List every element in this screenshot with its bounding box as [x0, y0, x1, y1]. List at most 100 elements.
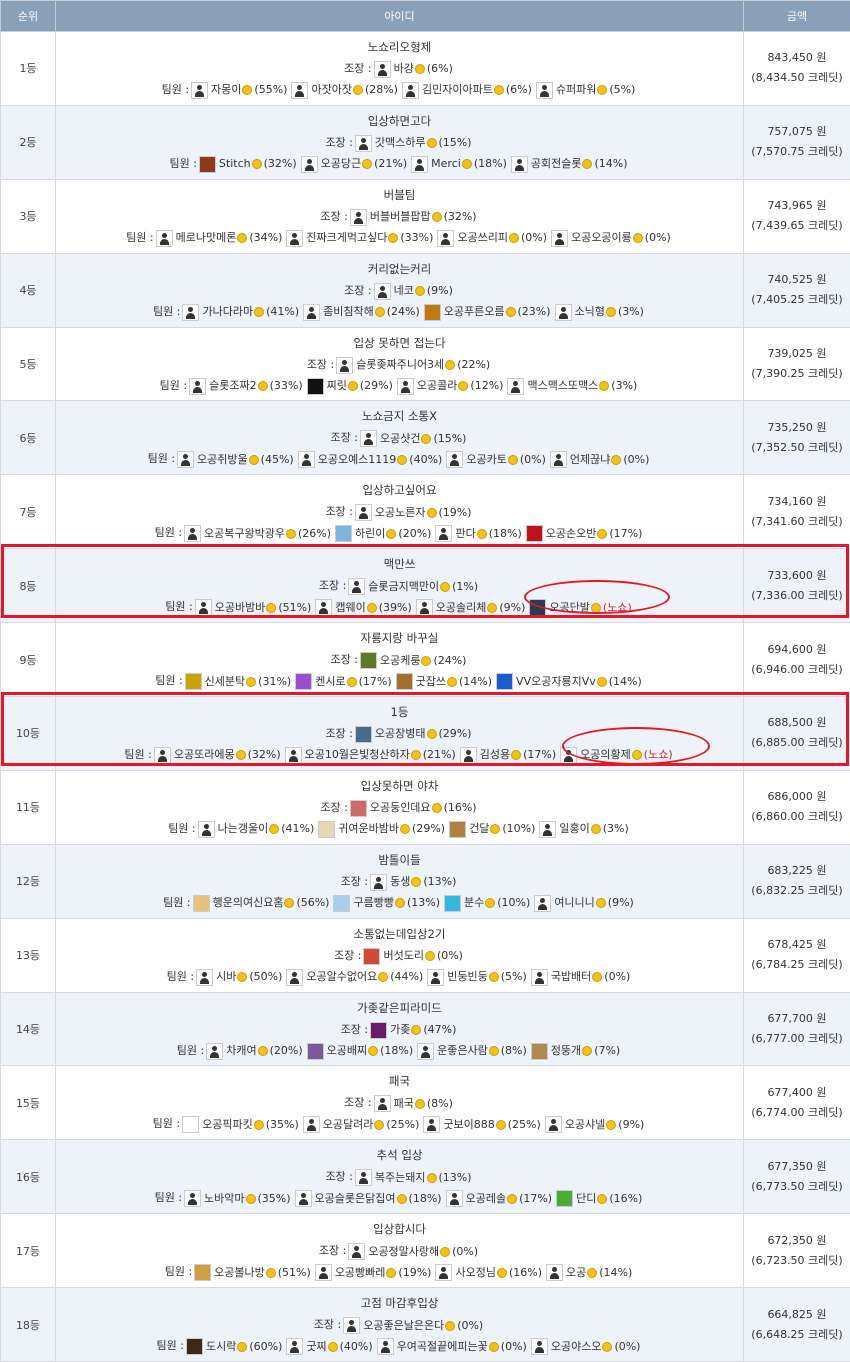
team-member[interactable]: 메로나맛메론(34%)	[156, 227, 283, 248]
member-name[interactable]: 오공콜라	[417, 379, 457, 392]
team-member[interactable]: 오공달려라(25%)	[303, 1114, 420, 1135]
member-name[interactable]: 오공픽파킷	[202, 1118, 253, 1131]
member-name[interactable]: 오공당근	[321, 157, 361, 170]
member-name[interactable]: 노바악마	[204, 1192, 244, 1205]
member-name[interactable]: 운좋은사람	[437, 1044, 488, 1057]
member-name[interactable]: Merci	[431, 157, 461, 170]
member-name[interactable]: 나는갱울이	[218, 822, 269, 835]
member-name[interactable]: 건달	[469, 822, 489, 835]
team-member[interactable]: 오공의황제(노쇼)	[560, 744, 672, 765]
team-member[interactable]: 분수(10%)	[444, 892, 530, 913]
team-member[interactable]: 김성용(17%)	[460, 744, 556, 765]
member-name[interactable]: 사오정님	[455, 1266, 495, 1279]
member-name[interactable]: 굿찌	[306, 1340, 326, 1353]
leader[interactable]: 패국(8%)	[374, 1093, 453, 1114]
team-member[interactable]: 켄시로(17%)	[295, 671, 391, 692]
leader-name[interactable]: 버블버블팝팝	[370, 210, 431, 223]
team-member[interactable]: 오공쥐방울(45%)	[177, 449, 294, 470]
member-name[interactable]: 신세분탁	[205, 675, 245, 688]
member-name[interactable]: 차캐여	[226, 1044, 256, 1057]
team-member[interactable]: 오공볼나방(51%)	[194, 1262, 311, 1283]
team-member[interactable]: Merci(18%)	[411, 153, 507, 174]
leader-name[interactable]: 오공케룽	[380, 654, 420, 667]
member-name[interactable]: 공회전슬롯	[531, 157, 582, 170]
team-member[interactable]: 건달(10%)	[449, 818, 535, 839]
team-member[interactable]: 슈퍼파워(5%)	[536, 79, 636, 100]
member-name[interactable]: 오공레솔	[466, 1192, 506, 1205]
team-member[interactable]: 오공콜라(12%)	[397, 375, 504, 396]
team-member[interactable]: 오공배찌(18%)	[307, 1040, 414, 1061]
team-member[interactable]: 하린이(20%)	[335, 523, 431, 544]
member-name[interactable]: 오공의황제	[580, 748, 631, 761]
member-name[interactable]: 오공오공이룡	[571, 231, 632, 244]
member-name[interactable]: 오공샤넬	[565, 1118, 605, 1131]
leader-name[interactable]: 갓맥스하루	[375, 136, 426, 149]
team-member[interactable]: 굿잡쓰(14%)	[396, 671, 492, 692]
member-name[interactable]: 맥스맥스또맥스	[527, 379, 598, 392]
team-member[interactable]: 단디(16%)	[556, 1188, 642, 1209]
team-member[interactable]: 가나다라마(41%)	[182, 301, 299, 322]
leader-name[interactable]: 오공좋은날은온다	[363, 1319, 444, 1332]
team-member[interactable]: 오공복구왕박광우(26%)	[184, 523, 331, 544]
team-member[interactable]: 오공쓰리피(0%)	[437, 227, 547, 248]
member-name[interactable]: 분수	[464, 896, 484, 909]
team-member[interactable]: 판다(18%)	[435, 523, 521, 544]
member-name[interactable]: 도시락	[206, 1340, 236, 1353]
leader[interactable]: 오공정말사랑해(0%)	[348, 1241, 478, 1262]
member-name[interactable]: 일홍이	[559, 822, 589, 835]
team-member[interactable]: 오공당근(21%)	[301, 153, 408, 174]
team-member[interactable]: 오공단발(노쇼)	[529, 597, 631, 618]
member-name[interactable]: 오공쥐방울	[197, 453, 248, 466]
team-member[interactable]: 우여곡절끝에피는꽃(0%)	[377, 1336, 527, 1357]
member-name[interactable]: 굿잡쓰	[416, 675, 446, 688]
member-name[interactable]: 오공배찌	[327, 1044, 367, 1057]
member-name[interactable]: 메로나맛메론	[176, 231, 237, 244]
team-member[interactable]: 오공오공이룡(0%)	[551, 227, 671, 248]
team-member[interactable]: 자몽이(55%)	[191, 79, 287, 100]
member-name[interactable]: 시바	[216, 970, 236, 983]
team-member[interactable]: 오공레솔(17%)	[446, 1188, 553, 1209]
member-name[interactable]: 하린이	[355, 527, 385, 540]
team-member[interactable]: 오공오예스1119(40%)	[298, 449, 443, 470]
leader[interactable]: 오공장병태(29%)	[355, 723, 472, 744]
member-name[interactable]: 자몽이	[211, 83, 241, 96]
leader[interactable]: 복주는돼지(13%)	[355, 1167, 472, 1188]
leader[interactable]: 오공둥인데요(16%)	[350, 797, 477, 818]
team-member[interactable]: 운좋은사람(8%)	[417, 1040, 527, 1061]
team-member[interactable]: 구름빵빵(13%)	[333, 892, 440, 913]
team-member[interactable]: 오공솔리체(9%)	[416, 597, 526, 618]
leader[interactable]: 슬롯좆짜주니어3세(22%)	[336, 354, 490, 375]
team-member[interactable]: 빈둥빈둥(5%)	[427, 966, 527, 987]
team-member[interactable]: 아잣아잣(28%)	[291, 79, 398, 100]
member-name[interactable]: 가나다라마	[202, 305, 253, 318]
member-name[interactable]: 판다	[455, 527, 475, 540]
member-name[interactable]: 행운의여신요홈	[213, 896, 284, 909]
member-name[interactable]: 오공푸른오름	[444, 305, 505, 318]
team-member[interactable]: 일홍이(3%)	[539, 818, 628, 839]
member-name[interactable]: 오공야스오	[551, 1340, 602, 1353]
member-name[interactable]: 오공달려라	[323, 1118, 374, 1131]
leader[interactable]: 오공노른자(19%)	[355, 502, 472, 523]
leader-name[interactable]: 오공샷건	[380, 432, 420, 445]
member-name[interactable]: 좀비침착해	[323, 305, 374, 318]
member-name[interactable]: 김성용	[480, 748, 510, 761]
team-member[interactable]: 오공야스오(0%)	[531, 1336, 641, 1357]
leader[interactable]: 가좆(47%)	[370, 1019, 456, 1040]
team-member[interactable]: 정뚱개(7%)	[531, 1040, 620, 1061]
member-name[interactable]: 켄시로	[315, 675, 345, 688]
member-name[interactable]: 굿보이888	[443, 1118, 494, 1131]
team-member[interactable]: 굿찌(40%)	[286, 1336, 372, 1357]
leader-name[interactable]: 가좆	[390, 1023, 410, 1036]
member-name[interactable]: VV오공자룡지Vv	[516, 675, 596, 688]
member-name[interactable]: 소닉형	[575, 305, 605, 318]
team-member[interactable]: 오공픽파킷(35%)	[182, 1114, 299, 1135]
team-member[interactable]: 사오정님(16%)	[435, 1262, 542, 1283]
leader-name[interactable]: 오공둥인데요	[370, 801, 431, 814]
member-name[interactable]: 오공볼나방	[214, 1266, 265, 1279]
team-member[interactable]: 오공알수없어요(44%)	[286, 966, 423, 987]
member-name[interactable]: 구름빵빵	[353, 896, 393, 909]
leader[interactable]: 버블버블팝팝(32%)	[350, 206, 477, 227]
team-member[interactable]: 소닉형(3%)	[555, 301, 644, 322]
team-member[interactable]: 도시락(60%)	[186, 1336, 282, 1357]
leader[interactable]: 오공샷건(15%)	[360, 428, 467, 449]
